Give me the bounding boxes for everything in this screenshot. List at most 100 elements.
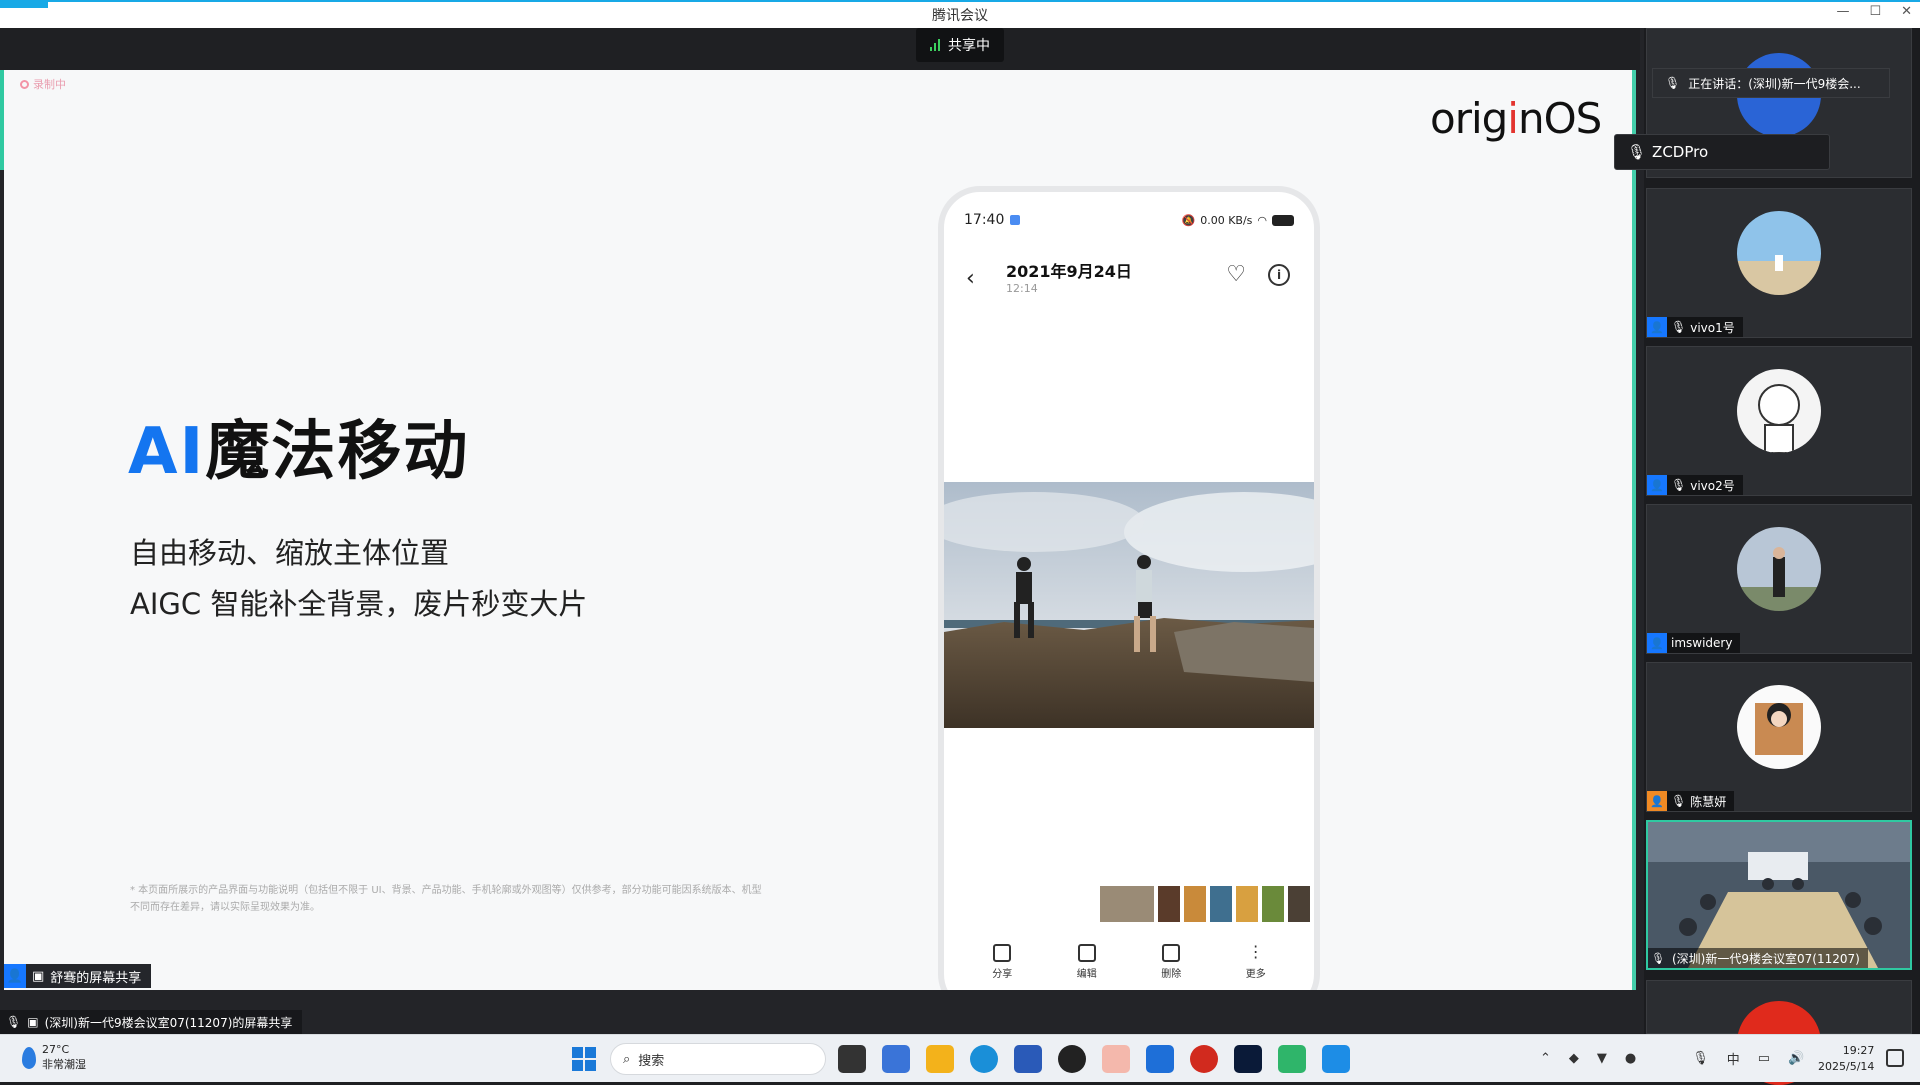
mic-icon: 🎙 bbox=[6, 1015, 22, 1029]
presenter-label: 舒骞的屏幕共享 bbox=[50, 970, 142, 986]
avatar bbox=[1737, 369, 1821, 453]
more-action[interactable]: ⋮ 更多 bbox=[1246, 942, 1266, 981]
chevron-left-icon[interactable]: ‹ bbox=[966, 266, 975, 291]
avatar bbox=[1737, 211, 1821, 295]
avatar bbox=[1737, 527, 1821, 611]
app-icon[interactable] bbox=[1146, 1045, 1174, 1073]
weather-widget[interactable]: 27°C 非常潮湿 bbox=[22, 1043, 86, 1072]
meeting-window: 腾讯会议 — ☐ ✕ 共享中 录制中 originOS AI魔法移动 自由移动、… bbox=[0, 0, 1920, 1085]
recording-badge: 录制中 bbox=[20, 76, 66, 92]
weather-icon bbox=[22, 1046, 36, 1069]
store-icon[interactable] bbox=[1014, 1045, 1042, 1073]
taskbar-clock[interactable]: 19:27 2025/5/14 bbox=[1818, 1043, 1874, 1075]
taskbar: 27°C 非常潮湿 ⌕ 搜索 ⌃ ◆ ▼ ● 🎙 中 ▭ 🔊 19:27 202… bbox=[0, 1034, 1920, 1082]
title-accent bbox=[0, 2, 48, 8]
edge-icon[interactable] bbox=[970, 1045, 998, 1073]
logo-accent-letter: i bbox=[1507, 94, 1519, 143]
screen-share-icon: ▣ bbox=[27, 1015, 39, 1029]
minimize-button[interactable]: — bbox=[1836, 4, 1849, 19]
slide-subtitle-2: AIGC 智能补全背景，废片秒变大片 bbox=[130, 587, 588, 621]
phone-status-bar: 17:40 🔕 0.00 KB/s ◠ bbox=[964, 212, 1294, 228]
avatar bbox=[1737, 685, 1821, 769]
originos-logo: originOS bbox=[1430, 94, 1602, 143]
start-button[interactable] bbox=[572, 1047, 596, 1071]
sharing-status-label: 共享中 bbox=[948, 38, 990, 54]
recording-label: 录制中 bbox=[33, 78, 66, 91]
share-frame-right bbox=[1632, 70, 1636, 990]
person-icon: 👤 bbox=[1647, 633, 1667, 653]
participant-name: 👤 🎙 陈慧妍 bbox=[1647, 791, 1735, 811]
mute-icon: 🔕 bbox=[1181, 213, 1196, 227]
wifi-icon: ◠ bbox=[1257, 213, 1267, 227]
hikers-photo bbox=[944, 482, 1314, 728]
edit-icon bbox=[1077, 944, 1096, 962]
notification-icon bbox=[1010, 215, 1021, 225]
file-explorer-icon[interactable] bbox=[926, 1045, 954, 1073]
share-toolbar bbox=[0, 28, 1640, 70]
person-icon: 👤 bbox=[1647, 791, 1667, 811]
heart-icon[interactable]: ♡ bbox=[1226, 262, 1246, 287]
record-app-icon[interactable] bbox=[1190, 1045, 1218, 1073]
trash-icon bbox=[1162, 944, 1181, 962]
ime-indicator[interactable]: 中 bbox=[1727, 1049, 1740, 1068]
mic-icon: 🎙 bbox=[1671, 478, 1687, 492]
participant-tile-bottom[interactable] bbox=[1646, 980, 1912, 1085]
share-icon bbox=[993, 944, 1012, 962]
slide-headline: AI魔法移动 bbox=[128, 415, 470, 489]
delete-action[interactable]: 删除 bbox=[1161, 944, 1181, 980]
mic-icon: 🎙 bbox=[1671, 794, 1687, 808]
system-tray: ⌃ ◆ ▼ ● 🎙 中 ▭ 🔊 bbox=[1540, 1049, 1804, 1068]
room-video bbox=[1648, 822, 1910, 968]
slide-subtitle-1: 自由移动、缩放主体位置 bbox=[130, 536, 450, 570]
signal-icon bbox=[930, 39, 940, 51]
volume-icon[interactable]: 🔊 bbox=[1788, 1051, 1804, 1066]
participant-tile-chenhuiyan[interactable]: 👤 🎙 陈慧妍 bbox=[1646, 662, 1912, 812]
slide-disclaimer: * 本页面所展示的产品界面与功能说明（包括但不限于 UI、背景、产品功能、手机轮… bbox=[130, 885, 762, 913]
speaker-card: 🎙 ZCDPro bbox=[1614, 134, 1830, 170]
battery-icon bbox=[1272, 214, 1294, 226]
qq-icon[interactable] bbox=[1058, 1045, 1086, 1073]
phone-nav-bar: ‹ 2021年9月24日 12:14 ♡ i bbox=[966, 258, 1292, 304]
task-view-icon[interactable] bbox=[838, 1045, 866, 1073]
participant-tile-vivo1[interactable]: 👤 🎙 vivo1号 bbox=[1646, 188, 1912, 338]
participant-tile-vivo2[interactable]: 👤 🎙 vivo2号 bbox=[1646, 346, 1912, 496]
participant-name: 👤 imswidery bbox=[1647, 633, 1741, 653]
more-icon: ⋮ bbox=[1247, 942, 1264, 961]
app-tray-icon[interactable]: ▼ bbox=[1597, 1051, 1607, 1066]
mic-icon[interactable]: 🎙 bbox=[1692, 1051, 1709, 1066]
network-icon[interactable]: ▭ bbox=[1758, 1051, 1770, 1066]
close-button[interactable]: ✕ bbox=[1901, 4, 1912, 19]
qq-tray-icon[interactable]: ● bbox=[1625, 1051, 1636, 1066]
participant-name: 👤 🎙 vivo1号 bbox=[1647, 317, 1743, 337]
photoshop-icon[interactable] bbox=[1234, 1045, 1262, 1073]
maximize-button[interactable]: ☐ bbox=[1869, 4, 1881, 19]
app-icon[interactable] bbox=[882, 1045, 910, 1073]
photo-thumbnail-strip[interactable] bbox=[1100, 886, 1310, 922]
presenter-tag: 👤 ▣ 舒骞的屏幕共享 bbox=[4, 964, 152, 988]
taskbar-apps bbox=[838, 1045, 1350, 1073]
network-speed: 0.00 KB/s bbox=[1200, 213, 1253, 227]
app-tray-icon[interactable]: ◆ bbox=[1569, 1051, 1579, 1066]
wechat-icon[interactable] bbox=[1102, 1045, 1130, 1073]
tencent-meeting-icon[interactable] bbox=[1322, 1045, 1350, 1073]
photo-date: 2021年9月24日 bbox=[1006, 262, 1132, 281]
share-action[interactable]: 分享 bbox=[992, 944, 1012, 980]
mic-muted-icon: 🎙 bbox=[1665, 76, 1681, 90]
chevron-up-icon[interactable]: ⌃ bbox=[1540, 1051, 1551, 1066]
shared-slide: 录制中 originOS AI魔法移动 自由移动、缩放主体位置 AIGC 智能补… bbox=[4, 70, 1636, 990]
info-icon[interactable]: i bbox=[1268, 264, 1290, 286]
app-icon[interactable] bbox=[1278, 1045, 1306, 1073]
sharing-status-button[interactable]: 共享中 bbox=[916, 28, 1004, 62]
notification-icon[interactable] bbox=[1886, 1049, 1904, 1067]
titlebar: 腾讯会议 — ☐ ✕ bbox=[0, 2, 1920, 28]
participant-tile-room[interactable]: 🎙 (深圳)新一代9楼会议室07(11207) bbox=[1646, 820, 1912, 970]
speaking-indicator: 🎙 正在讲话：(深圳)新一代9楼会... bbox=[1652, 68, 1890, 98]
participant-tile-imswidery[interactable]: 👤 imswidery bbox=[1646, 504, 1912, 654]
taskbar-search[interactable]: ⌕ 搜索 bbox=[610, 1043, 826, 1075]
participant-name: 🎙 (深圳)新一代9楼会议室07(11207) bbox=[1648, 948, 1868, 968]
phone-mockup: 17:40 🔕 0.00 KB/s ◠ ‹ 2021年9月24日 12:14 ♡ i bbox=[938, 186, 1320, 990]
search-icon: ⌕ bbox=[623, 1051, 631, 1067]
mic-icon: 🎙 bbox=[1671, 320, 1687, 334]
edit-action[interactable]: 编辑 bbox=[1077, 944, 1097, 980]
screen-share-icon: ▣ bbox=[32, 968, 45, 984]
